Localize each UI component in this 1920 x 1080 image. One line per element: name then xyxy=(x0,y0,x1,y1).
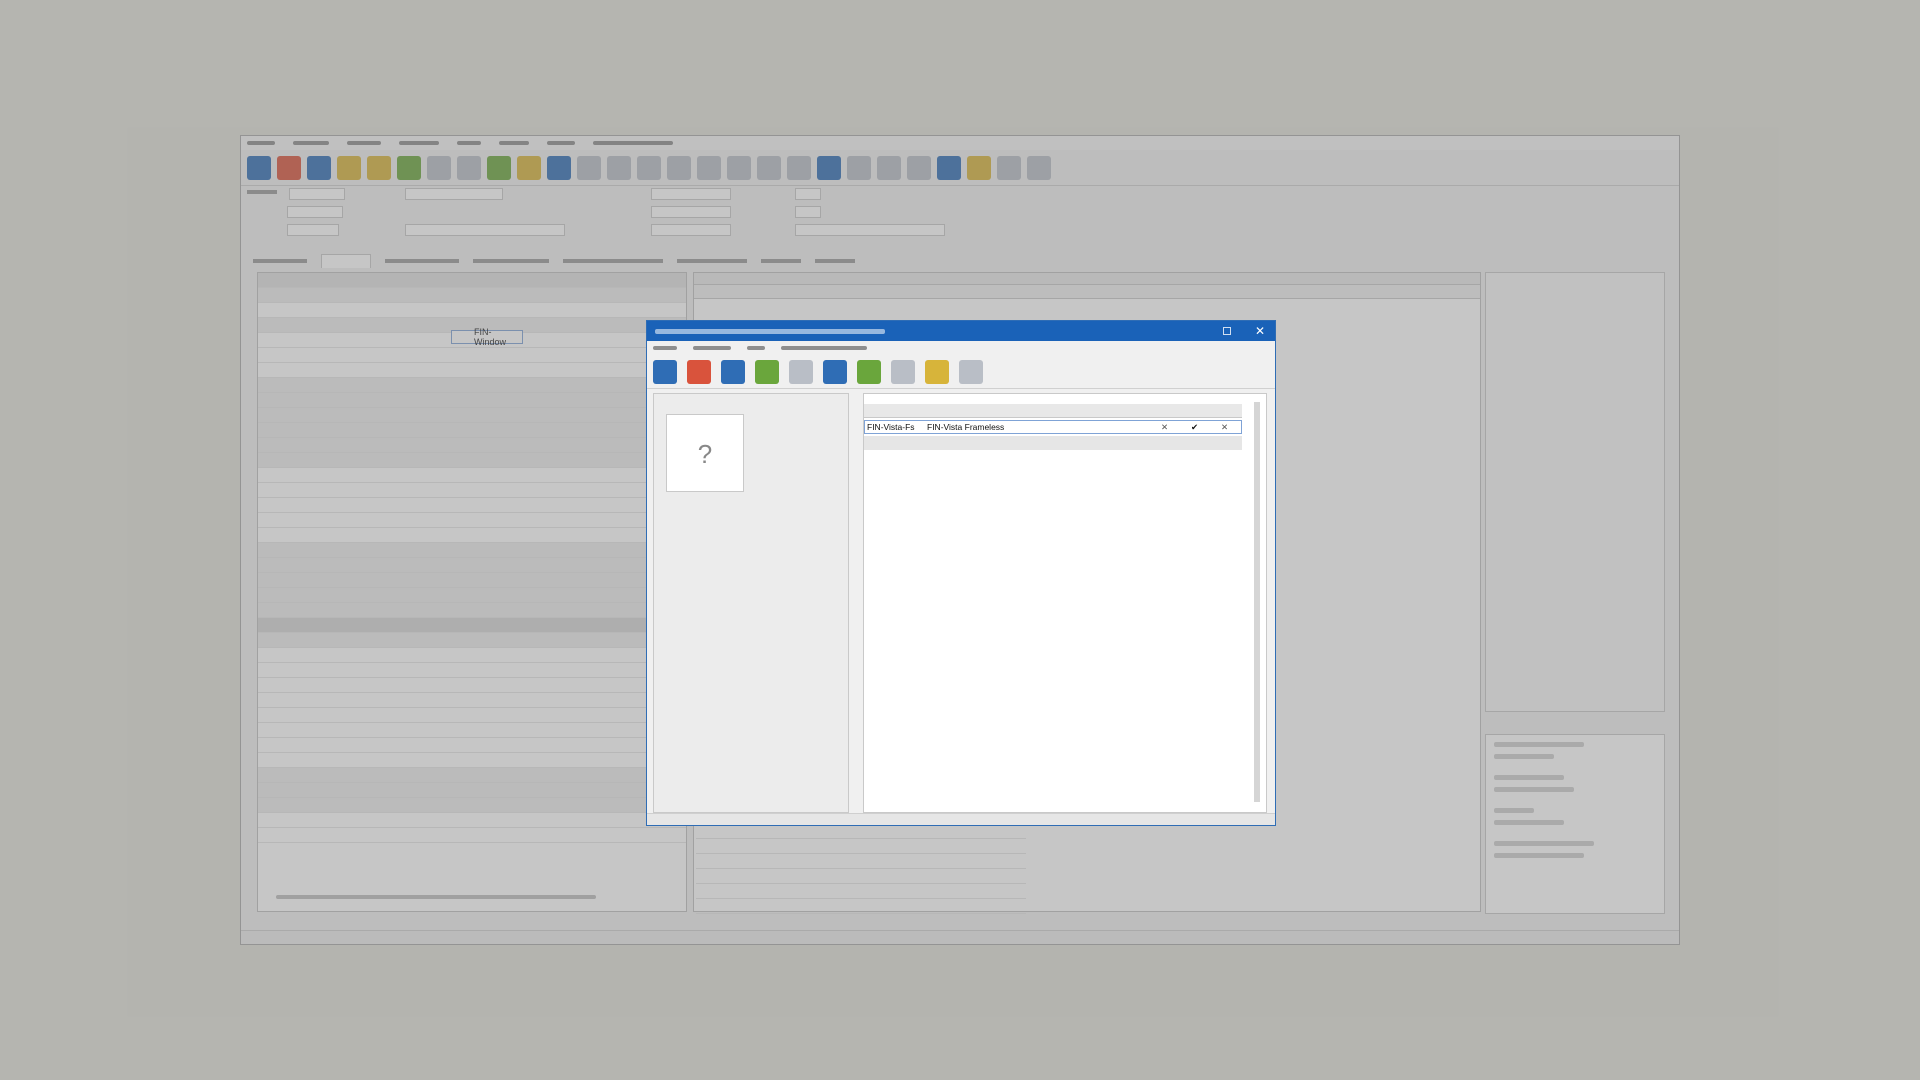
lookup-dialog: ✕ ? FIN-Vista-Fs FIN-Vista Frameless ✕ ✔… xyxy=(646,320,1276,826)
menu-item[interactable] xyxy=(747,346,765,350)
question-mark-icon: ? xyxy=(697,439,713,469)
table-row[interactable] xyxy=(864,436,1242,450)
cross-icon: ✕ xyxy=(1161,422,1169,432)
dialog-status-bar xyxy=(647,813,1275,825)
cell-description: FIN-Vista Frameless xyxy=(927,422,1005,432)
profile-systems-table: FIN-Vista-Fs FIN-Vista Frameless ✕ ✔ ✕ xyxy=(863,393,1267,813)
star-icon[interactable] xyxy=(925,359,949,384)
dialog-titlebar: ✕ xyxy=(647,321,1275,341)
menu-item[interactable] xyxy=(693,346,731,350)
image-placeholder: ? xyxy=(666,414,744,492)
dialog-toolbar xyxy=(647,355,1275,389)
menu-item[interactable] xyxy=(781,346,867,350)
dialog-menubar xyxy=(647,341,1275,355)
cancel-icon[interactable] xyxy=(687,359,711,384)
document-icon[interactable] xyxy=(959,359,983,384)
toolbar-icon[interactable] xyxy=(653,359,677,384)
table-row-selected[interactable]: FIN-Vista-Fs FIN-Vista Frameless ✕ ✔ ✕ xyxy=(864,420,1242,434)
check-icon: ✔ xyxy=(1191,422,1199,432)
maximize-icon[interactable] xyxy=(1223,327,1231,335)
cell-system: FIN-Vista-Fs xyxy=(867,422,915,432)
vertical-scrollbar[interactable] xyxy=(1254,402,1260,802)
toolbar-icon[interactable] xyxy=(789,359,813,384)
toolbar-icon[interactable] xyxy=(721,359,745,384)
toolbar-icon[interactable] xyxy=(891,359,915,384)
table-header xyxy=(864,404,1242,418)
close-icon[interactable]: ✕ xyxy=(1255,324,1265,338)
cross-icon: ✕ xyxy=(1221,422,1229,432)
toolbar-icon[interactable] xyxy=(857,359,881,384)
toolbar-icon[interactable] xyxy=(755,359,779,384)
save-icon[interactable] xyxy=(823,359,847,384)
menu-item[interactable] xyxy=(653,346,677,350)
dialog-details-panel: ? xyxy=(653,393,849,813)
